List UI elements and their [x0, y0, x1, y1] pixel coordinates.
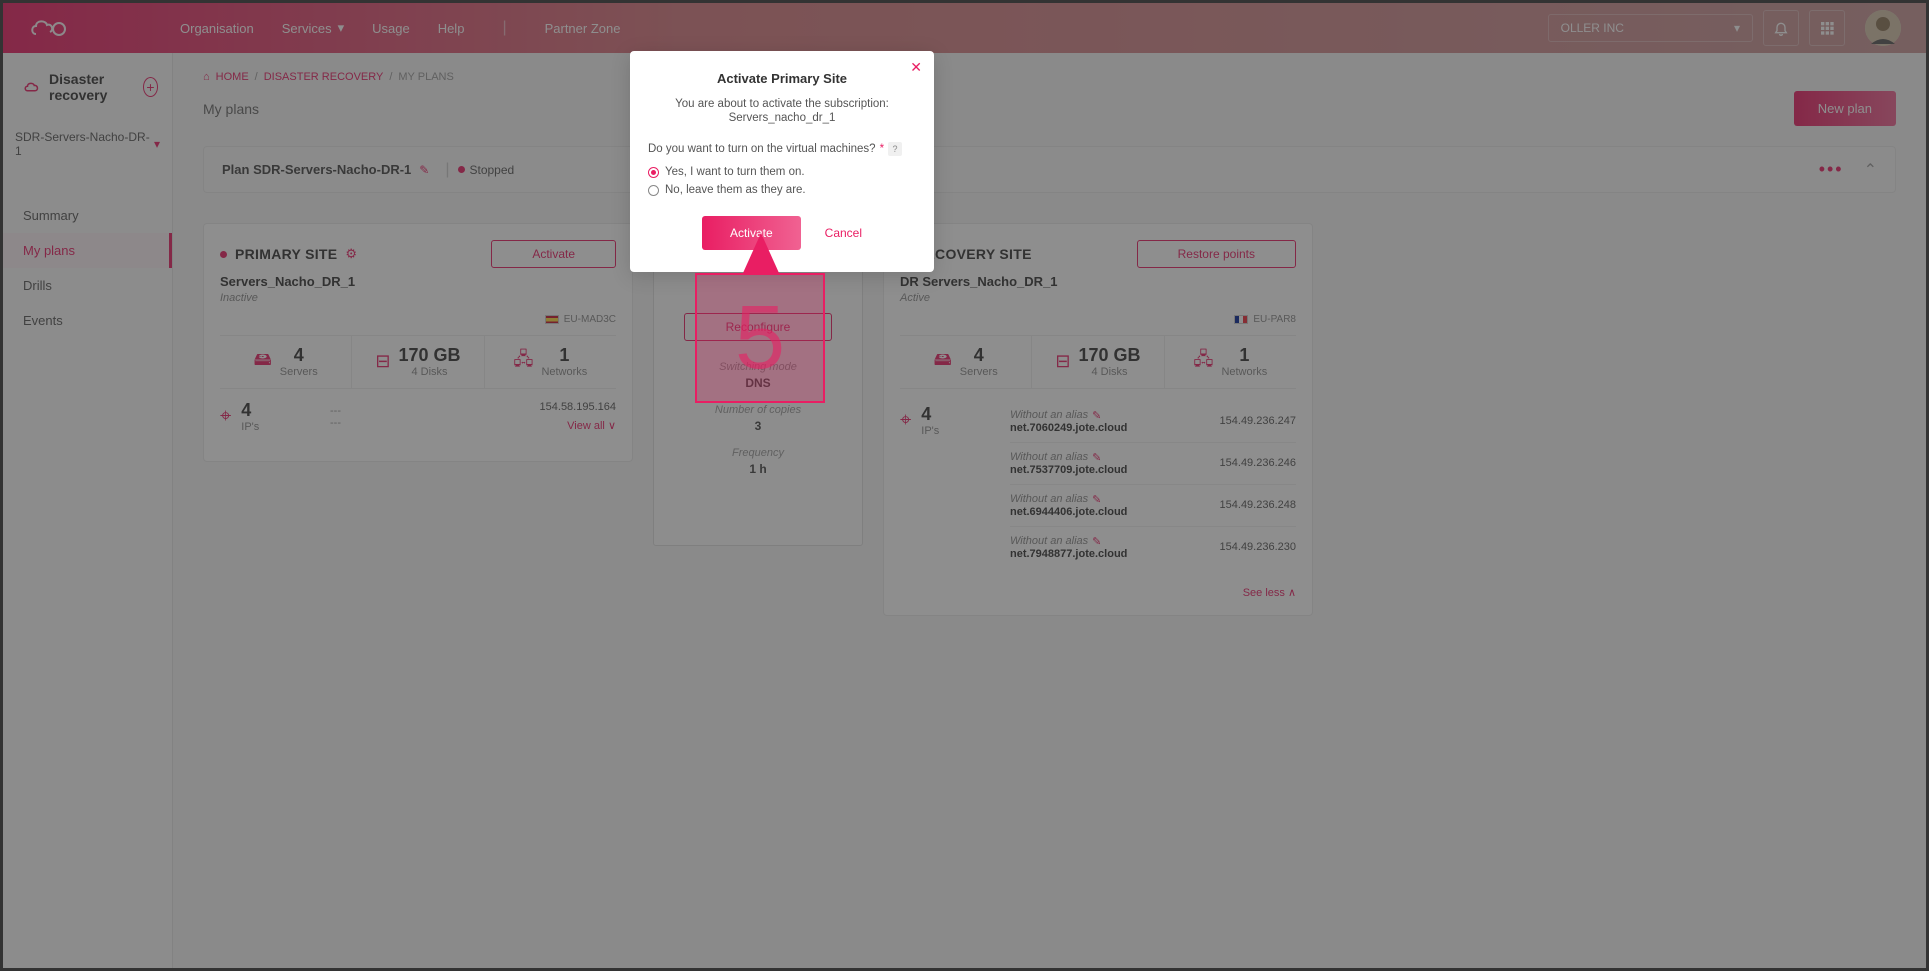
modal-title: Activate Primary Site	[648, 71, 916, 86]
modal-message: You are about to activate the subscripti…	[648, 98, 916, 110]
radio-no[interactable]: No, leave them as they are.	[648, 184, 916, 196]
modal-overlay[interactable]	[3, 3, 1926, 968]
help-icon[interactable]: ?	[888, 142, 902, 156]
activate-modal: ✕ Activate Primary Site You are about to…	[630, 51, 934, 272]
modal-subscription: Servers_nacho_dr_1	[648, 112, 916, 124]
close-icon[interactable]: ✕	[910, 59, 922, 76]
modal-activate-button[interactable]: Activate	[702, 216, 801, 250]
radio-yes[interactable]: Yes, I want to turn them on.	[648, 166, 916, 178]
modal-question: Do you want to turn on the virtual machi…	[648, 142, 916, 156]
modal-cancel-link[interactable]: Cancel	[825, 226, 862, 240]
